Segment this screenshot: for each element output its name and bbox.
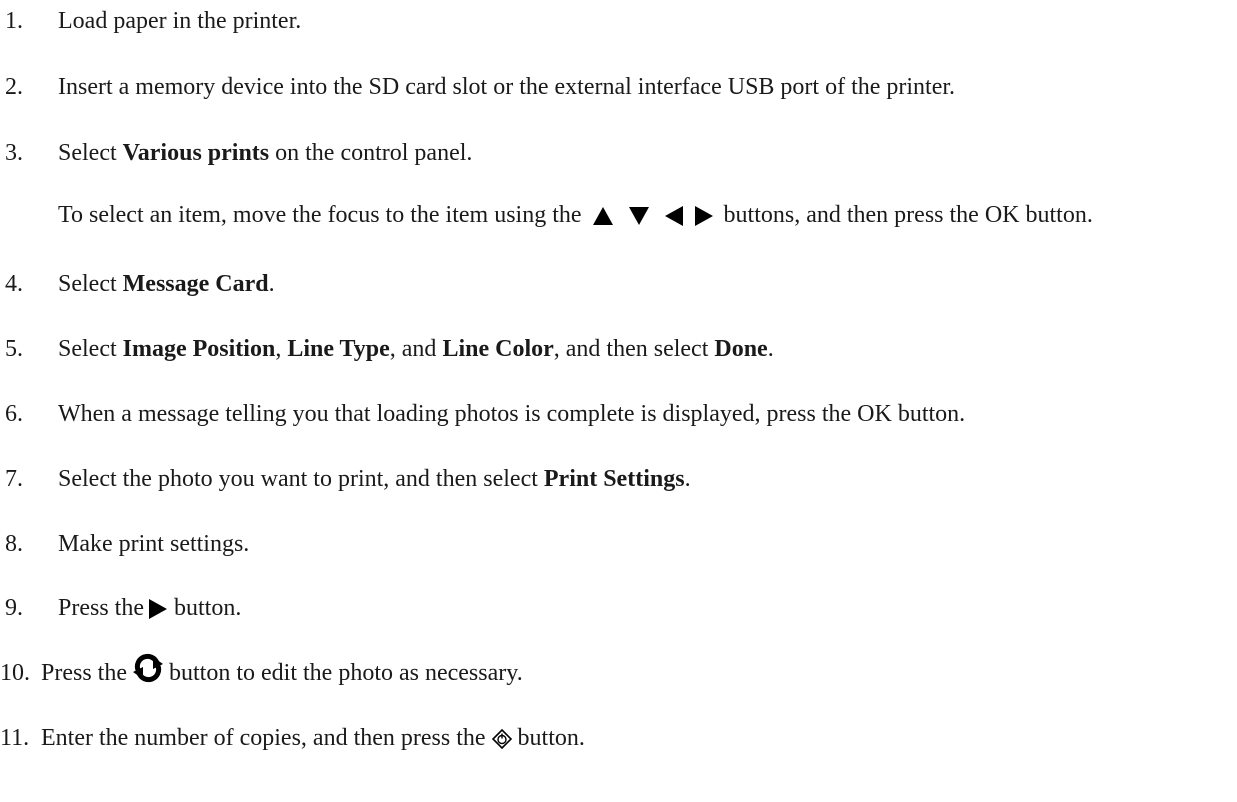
step-text: Make print settings. xyxy=(58,531,250,557)
ui-term: Message Card xyxy=(122,271,269,297)
step-number: 3. xyxy=(5,140,23,166)
step-text: Select Various prints on the control pan… xyxy=(58,140,473,166)
left-arrow-icon xyxy=(664,205,684,227)
step-3-note: To select an item, move the focus to the… xyxy=(58,202,1093,228)
step-text: Enter the number of copies, and then pre… xyxy=(41,725,585,751)
step-number: 8. xyxy=(5,531,23,557)
ui-term: Various prints xyxy=(122,140,270,166)
rotate-arrows-icon xyxy=(131,653,165,683)
step-number: 11. xyxy=(0,725,30,751)
ui-term: Image Position xyxy=(122,336,276,362)
step-number: 4. xyxy=(5,271,23,297)
step-number: 9. xyxy=(5,595,23,621)
step-text: Press the button. xyxy=(58,595,242,621)
ui-term: Line Type xyxy=(287,336,390,362)
right-arrow-icon xyxy=(694,205,714,227)
down-arrow-icon xyxy=(628,206,650,226)
step-number: 6. xyxy=(5,401,23,427)
step-number: 5. xyxy=(5,336,23,362)
start-diamond-icon xyxy=(491,729,512,750)
step-number: 1. xyxy=(5,8,23,34)
ui-term: Print Settings xyxy=(543,466,685,492)
right-arrow-icon xyxy=(148,598,168,620)
ui-term: Done xyxy=(714,336,768,362)
step-number: 7. xyxy=(5,466,23,492)
instruction-document: 1. Load paper in the printer. 2. Insert … xyxy=(0,0,1237,802)
step-text: Press the button to edit the photo as ne… xyxy=(41,654,523,688)
ui-term: Line Color xyxy=(442,336,554,362)
step-text: Select the photo you want to print, and … xyxy=(58,466,691,492)
step-text: Insert a memory device into the SD card … xyxy=(58,74,956,100)
step-text: Load paper in the printer. xyxy=(58,8,302,34)
step-number: 2. xyxy=(5,74,23,100)
step-text: When a message telling you that loading … xyxy=(58,401,966,427)
step-text: Select Message Card. xyxy=(58,271,275,297)
up-arrow-icon xyxy=(592,206,614,226)
step-number: 10. xyxy=(0,660,30,686)
step-text: Select Image Position, Line Type, and Li… xyxy=(58,336,774,362)
